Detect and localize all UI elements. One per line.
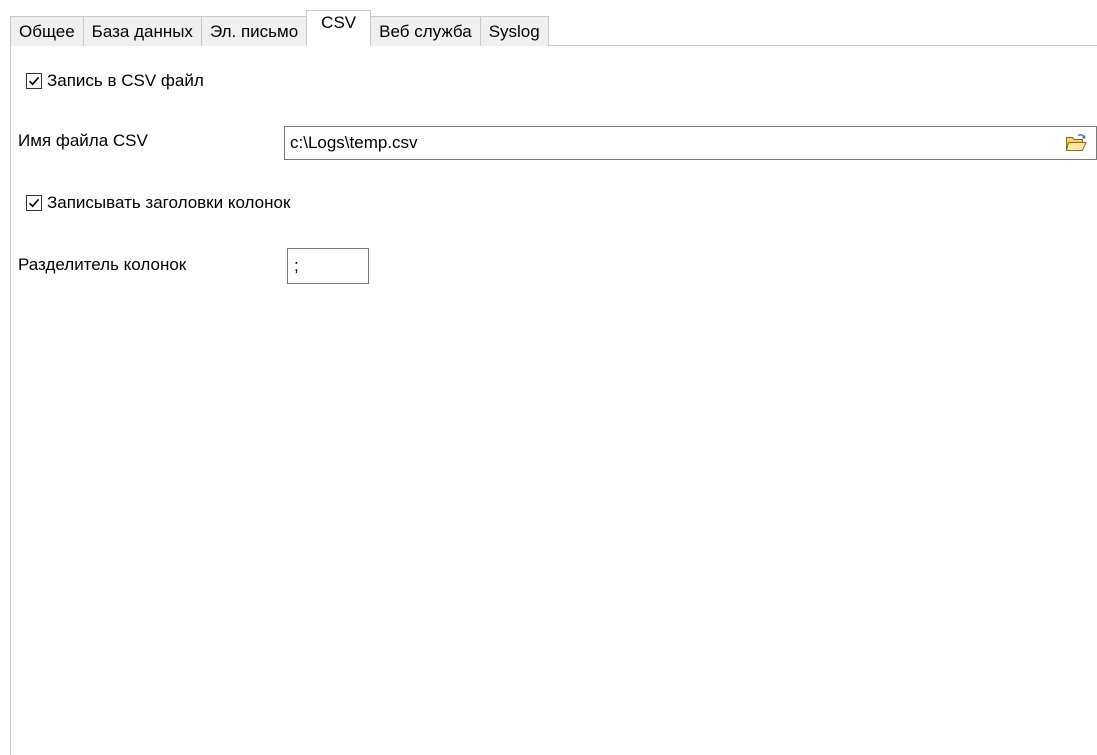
folder-open-icon	[1065, 134, 1087, 151]
write-csv-checkbox[interactable]	[26, 73, 42, 89]
tab-syslog[interactable]: Syslog	[479, 16, 549, 46]
separator-label: Разделитель колонок	[18, 255, 187, 274]
panel-border	[10, 45, 11, 755]
write-headers-checkbox[interactable]	[26, 195, 42, 211]
file-name-label: Имя файла CSV	[18, 131, 148, 150]
browse-button[interactable]	[1062, 129, 1090, 157]
tab-strip: Общее База данных Эл. письмо CSV Веб слу…	[10, 10, 549, 46]
tab-csv[interactable]: CSV	[306, 10, 372, 46]
write-csv-label: Запись в CSV файл	[47, 71, 204, 90]
checkmark-icon	[28, 198, 40, 208]
file-name-value[interactable]: c:\Logs\temp.csv	[285, 133, 1062, 153]
write-headers-row[interactable]: Записывать заголовки колонок	[26, 193, 290, 213]
write-headers-label: Записывать заголовки колонок	[47, 193, 291, 212]
tab-email[interactable]: Эл. письмо	[200, 16, 308, 46]
checkmark-icon	[28, 76, 40, 86]
tab-web-service[interactable]: Веб служба	[370, 16, 481, 46]
write-csv-row[interactable]: Запись в CSV файл	[26, 71, 204, 91]
file-name-field[interactable]: c:\Logs\temp.csv	[284, 126, 1097, 160]
tab-general[interactable]: Общее	[10, 16, 84, 46]
csv-settings-panel: Общее База данных Эл. письмо CSV Веб слу…	[0, 0, 1097, 755]
tab-database[interactable]: База данных	[82, 16, 202, 46]
separator-field[interactable]: ;	[287, 248, 369, 284]
